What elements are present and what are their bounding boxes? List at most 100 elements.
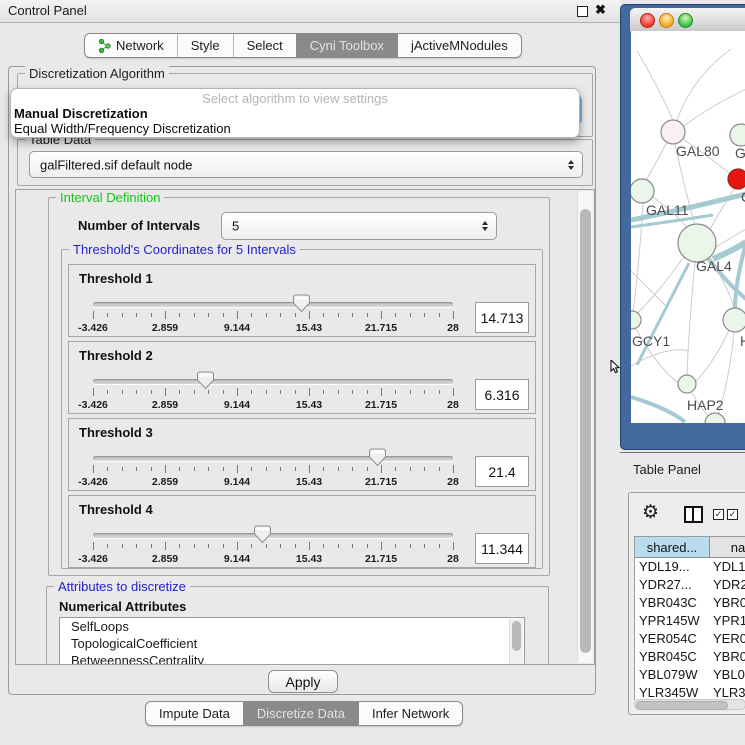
tick-mark xyxy=(165,465,166,473)
tick-mark xyxy=(295,313,296,317)
threshold-value-field[interactable]: 11.344 xyxy=(475,533,529,564)
tick-mark xyxy=(93,388,94,396)
table-row[interactable]: YPR145WYPR14 xyxy=(635,612,745,630)
tick-mark xyxy=(194,467,195,471)
tab-label: Impute Data xyxy=(159,706,230,721)
tick-mark xyxy=(295,390,296,394)
tab-impute-data[interactable]: Impute Data xyxy=(146,702,243,725)
network-node-label: GA xyxy=(735,145,745,161)
network-edge xyxy=(694,330,729,383)
dropdown-hint: Select algorithm to view settings xyxy=(11,91,579,106)
checkbox-icon[interactable]: ✓ xyxy=(727,509,738,520)
table-cell: YBL079W xyxy=(635,666,709,684)
tick-label: 9.144 xyxy=(224,399,250,411)
threshold-row-4: Threshold 4-3.4262.8599.14415.4321.71528… xyxy=(68,495,536,568)
tick-mark xyxy=(237,388,238,396)
settings-scrollbar-thumb[interactable] xyxy=(580,209,591,653)
tab-jactivemnodules[interactable]: jActiveMNodules xyxy=(397,34,521,57)
network-node-red-node[interactable] xyxy=(728,169,745,189)
table-row[interactable]: YBL079WYBL07 xyxy=(635,666,745,684)
slider-tick-labels: -3.4262.8599.14415.4321.71528 xyxy=(93,553,453,565)
table-row[interactable]: YDR27...YDR27 xyxy=(635,576,745,594)
split-view-icon[interactable] xyxy=(684,506,703,523)
settings-scrollbar[interactable] xyxy=(577,191,593,663)
column-header-name[interactable]: name xyxy=(710,537,745,558)
float-window-icon[interactable] xyxy=(577,6,588,17)
apply-button[interactable]: Apply xyxy=(268,670,338,693)
table-row[interactable]: YLR345WYLR34 xyxy=(635,684,745,700)
tick-mark xyxy=(151,544,152,548)
attribute-item-selfloops[interactable]: SelfLoops xyxy=(60,618,524,635)
slider-track[interactable] xyxy=(93,302,453,307)
tick-mark xyxy=(439,544,440,548)
tab-discretize-data[interactable]: Discretize Data xyxy=(243,702,358,725)
network-edge-thick xyxy=(713,242,745,259)
tick-mark xyxy=(352,467,353,471)
network-graph: GAL80GACGAL11GAL4GCY1HHAP2 xyxy=(631,31,745,423)
dropdown-option-equal-width-frequency-discretization[interactable]: Equal Width/Frequency Discretization xyxy=(11,121,579,136)
table-horizontal-scrollbar[interactable] xyxy=(634,699,745,710)
tick-mark xyxy=(194,390,195,394)
tab-network[interactable]: Network xyxy=(85,34,177,57)
threshold-value-field[interactable]: 14.713 xyxy=(475,302,529,333)
num-intervals-value: 5 xyxy=(232,219,239,234)
network-node-label: C xyxy=(741,189,745,205)
threshold-row-2: Threshold 2-3.4262.8599.14415.4321.71528… xyxy=(68,341,536,414)
tick-mark xyxy=(136,390,137,394)
network-edge xyxy=(687,262,695,375)
column-header-shared-[interactable]: shared... xyxy=(635,537,710,558)
network-node-partial-bottom[interactable] xyxy=(705,413,725,423)
network-canvas[interactable]: GAL80GACGAL11GAL4GCY1HHAP2 xyxy=(631,31,745,423)
zoom-traffic-light-icon[interactable] xyxy=(678,13,693,28)
table-data-combo[interactable]: galFiltered.sif default node xyxy=(29,151,583,178)
tick-mark xyxy=(179,467,180,471)
tick-mark xyxy=(165,388,166,396)
slider-track[interactable] xyxy=(93,379,453,384)
tab-cyni-toolbox[interactable]: Cyni Toolbox xyxy=(296,34,397,57)
table-row[interactable]: YER054CYER05 xyxy=(635,630,745,648)
minimize-traffic-light-icon[interactable] xyxy=(659,13,674,28)
list-scrollbar-thumb[interactable] xyxy=(512,621,521,651)
network-node-h[interactable] xyxy=(723,308,745,332)
tab-infer-network[interactable]: Infer Network xyxy=(358,702,462,725)
num-intervals-combo[interactable]: 5 xyxy=(221,212,497,240)
tick-label: 2.859 xyxy=(152,322,178,334)
table-row[interactable]: YDL19...YDL19 xyxy=(635,558,745,576)
tick-mark xyxy=(280,390,281,394)
close-icon[interactable]: ✖ xyxy=(595,2,606,18)
network-node-gal80[interactable] xyxy=(661,120,685,144)
tick-mark xyxy=(367,390,368,394)
network-node-g[interactable] xyxy=(730,124,745,146)
threshold-value-field[interactable]: 21.4 xyxy=(475,456,529,487)
tab-select[interactable]: Select xyxy=(233,34,296,57)
network-node-gcy1[interactable] xyxy=(631,311,641,329)
dropdown-options: Manual DiscretizationEqual Width/Frequen… xyxy=(11,106,579,136)
slider-track[interactable] xyxy=(93,533,453,538)
tick-mark xyxy=(223,467,224,471)
numerical-attributes-list[interactable]: SelfLoopsTopologicalCoefficientBetweenne… xyxy=(59,617,525,665)
network-node-gal4[interactable] xyxy=(678,224,716,262)
tick-mark xyxy=(266,544,267,548)
slider-track[interactable] xyxy=(93,456,453,461)
node-attribute-table[interactable]: shared...nameYDL19...YDL19YDR27...YDR27Y… xyxy=(634,536,745,700)
table-row[interactable]: YBR045CYBR04 xyxy=(635,648,745,666)
tick-mark xyxy=(251,467,252,471)
tick-mark xyxy=(424,467,425,471)
tab-label: Cyni Toolbox xyxy=(310,38,384,53)
table-cell: YBR04 xyxy=(709,594,745,612)
table-scrollbar-thumb[interactable] xyxy=(636,701,728,710)
close-traffic-light-icon[interactable] xyxy=(640,13,655,28)
network-node-hap2[interactable] xyxy=(678,375,696,393)
tab-label: Style xyxy=(191,38,220,53)
tab-style[interactable]: Style xyxy=(177,34,233,57)
attribute-item-betweennesscentrality[interactable]: BetweennessCentrality xyxy=(60,652,524,665)
table-row[interactable]: YBR043CYBR04 xyxy=(635,594,745,612)
network-node-gal11[interactable] xyxy=(631,179,654,203)
attribute-item-topologicalcoefficient[interactable]: TopologicalCoefficient xyxy=(60,635,524,652)
gear-icon[interactable]: ⚙ xyxy=(642,501,659,524)
threshold-value-field[interactable]: 6.316 xyxy=(475,379,529,410)
list-scrollbar[interactable] xyxy=(509,619,523,665)
checkbox-icon[interactable]: ✓ xyxy=(713,509,724,520)
dropdown-option-manual-discretization[interactable]: Manual Discretization xyxy=(11,106,579,121)
slider-ticks xyxy=(93,542,453,551)
